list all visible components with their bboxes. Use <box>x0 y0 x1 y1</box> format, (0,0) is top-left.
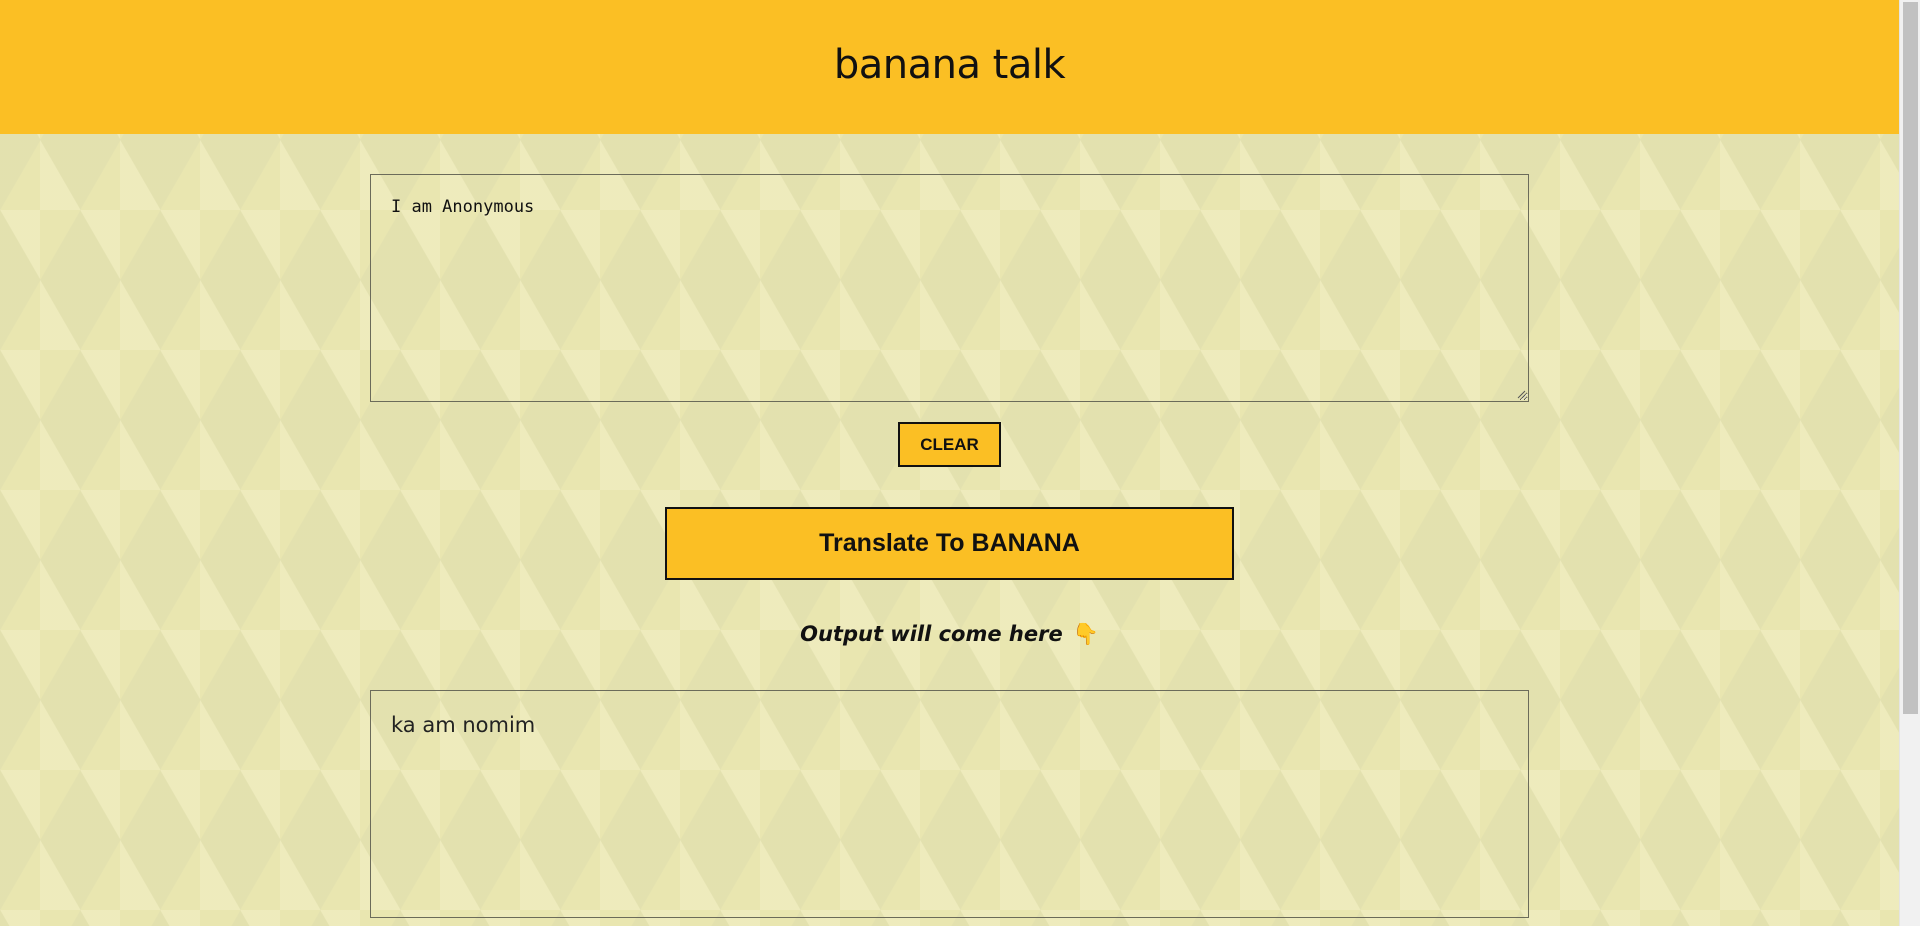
output-text: ka am nomim <box>391 713 536 737</box>
clear-button[interactable]: CLEAR <box>898 422 1001 467</box>
page: banana talk CLEAR Translate To BANANA Ou… <box>0 0 1899 926</box>
output-heading-text: Output will come here <box>800 622 1063 646</box>
pointing-down-hand-icon: 👇 <box>1072 622 1099 646</box>
input-textarea[interactable] <box>370 174 1529 402</box>
output-heading: Output will come here 👇 <box>0 622 1899 647</box>
translate-button[interactable]: Translate To BANANA <box>665 507 1234 580</box>
vertical-scrollbar[interactable] <box>1899 0 1920 926</box>
app-header: banana talk <box>0 0 1899 134</box>
app-title: banana talk <box>833 42 1066 88</box>
scrollbar-thumb[interactable] <box>1903 2 1918 714</box>
output-box: ka am nomim <box>370 690 1529 918</box>
